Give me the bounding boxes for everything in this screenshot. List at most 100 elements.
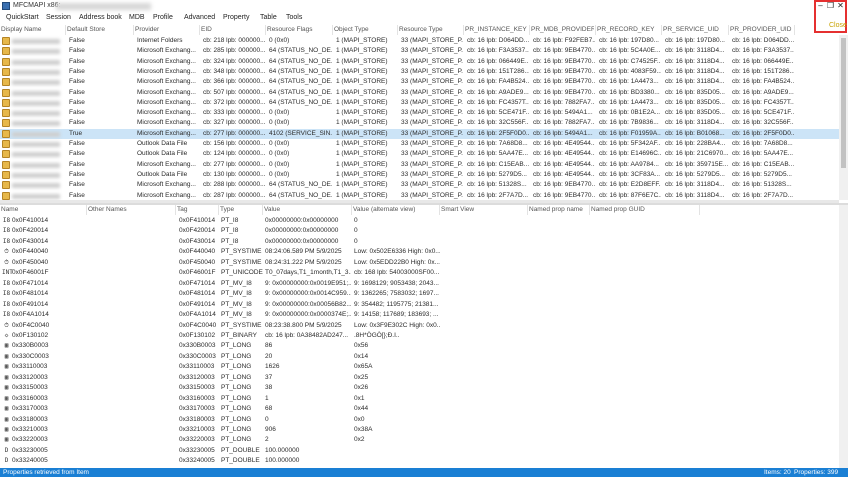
menu-session[interactable]: Session	[46, 14, 71, 21]
store-row[interactable]: False Microsoft Exchang... cb: 327 lpb: 00…	[0, 118, 839, 128]
redacted-display-name	[12, 39, 60, 44]
property-row[interactable]: ▦ 0x33180003 0x33180003 PT_LONG 0 0x0	[0, 415, 839, 425]
store-cell: cb: 16 lpb: 835D05...	[665, 98, 725, 106]
menu-table[interactable]: Table	[260, 14, 277, 21]
menu-tools[interactable]: Tools	[286, 14, 302, 21]
properties-column-header[interactable]: Value	[263, 205, 350, 215]
store-row[interactable]: False Microsoft Exchang... cb: 507 lpb: 00…	[0, 88, 839, 98]
property-tag-cell: 0x0F4A1014	[179, 311, 216, 319]
store-row[interactable]: False Microsoft Exchang... cb: 348 lpb: 00…	[0, 67, 839, 77]
stores-column-header[interactable]: Object Type	[333, 25, 396, 35]
stores-column-header[interactable]: Resource Type	[398, 25, 462, 35]
property-row[interactable]: ▦ 0x33220003 0x33220003 PT_LONG 2 0x2	[0, 435, 839, 445]
store-cell: cb: 333 lpb: 000000...	[203, 109, 265, 117]
store-cell: cb: 16 lpb: 359715E...	[665, 160, 728, 168]
menu-address-book[interactable]: Address book	[79, 14, 122, 21]
property-name-cell: 0x0F4C0040	[12, 321, 50, 329]
properties-vertical-scrollbar[interactable]	[839, 205, 848, 468]
properties-column-header[interactable]: Name	[0, 205, 85, 215]
store-row[interactable]: False Outlook Data File cb: 156 lpb: 00000…	[0, 139, 839, 149]
property-name-cell: 0x33220003	[12, 436, 48, 444]
property-type-cell: PT_LONG	[221, 384, 252, 392]
store-cell: 0 (0x0)	[269, 150, 290, 158]
property-row[interactable]: I8 0x0F430014 0x0F430014 PT_I8 0x00000000:0x…	[0, 237, 839, 247]
property-row[interactable]: ▦ 0x33210003 0x33210003 PT_LONG 906 0x38A	[0, 425, 839, 435]
property-row[interactable]: I8 0x0F471014 0x0F471014 PT_MV_I8 9: 0x00000…	[0, 279, 839, 289]
property-value-cell: 100.000000	[265, 457, 300, 465]
stores-column-header[interactable]: Resource Flags	[266, 25, 331, 35]
property-row[interactable]: ⏱ 0x0F450040 0x0F450040 PT_SYSTIME 08:24:31.…	[0, 258, 839, 268]
property-row[interactable]: ▦ 0x330B0003 0x330B0003 PT_LONG 86 0x56	[0, 341, 839, 351]
store-row[interactable]: True Microsoft Exchang... cb: 277 lpb: 000…	[0, 128, 839, 139]
property-row[interactable]: ◇ 0x0F130102 0x0F130102 PT_BINARY cb: 16 lpb…	[0, 331, 839, 341]
property-type-icon: ▦	[4, 436, 9, 444]
column-separator[interactable]	[699, 205, 700, 215]
store-cell: 1 (MAPI_STORE)	[336, 88, 388, 96]
store-cell: cb: 16 lpb: C15EAB...	[467, 160, 529, 168]
properties-column-header[interactable]: Smart View	[440, 205, 526, 215]
properties-column-header[interactable]: Value (alternate view)	[352, 205, 438, 215]
menu-advanced[interactable]: Advanced	[184, 14, 215, 21]
property-type-icon: ▦	[4, 394, 9, 402]
property-value-cell: 906	[265, 426, 276, 433]
stores-column-header[interactable]: PR_RECORD_KEY	[596, 25, 660, 35]
stores-column-header[interactable]: EID	[200, 25, 264, 35]
store-row[interactable]: False Microsoft Exchang... cb: 333 lpb: 00…	[0, 108, 839, 118]
property-type-icon: I8	[2, 217, 11, 224]
stores-column-header[interactable]: PR_SERVICE_UID	[662, 25, 727, 35]
stores-column-header[interactable]: Default Store	[66, 25, 132, 35]
property-tag-cell: 0x33180003	[179, 415, 215, 423]
store-row[interactable]: False Outlook Data File cb: 130 lpb: 00000…	[0, 170, 839, 180]
property-row[interactable]: ▦ 0x33150003 0x33150003 PT_LONG 38 0x26	[0, 383, 839, 393]
store-cell: cb: 124 lpb: 000000...	[203, 150, 265, 158]
stores-column-header[interactable]: Provider	[134, 25, 198, 35]
property-row[interactable]: ▦ 0x33110003 0x33110003 PT_LONG 1626 0x65A	[0, 362, 839, 372]
property-row[interactable]: I8 0x0F4A1014 0x0F4A1014 PT_MV_I8 9: 0x00000…	[0, 310, 839, 320]
property-row[interactable]: D 0x33230005 0x33230005 PT_DOUBLE 100.000000	[0, 446, 839, 456]
property-row[interactable]: ▦ 0x33170003 0x33170003 PT_LONG 68 0x44	[0, 404, 839, 414]
property-row[interactable]: I8 0x0F491014 0x0F491014 PT_MV_I8 9: 0x00000…	[0, 300, 839, 310]
store-row[interactable]: False Microsoft Exchang... cb: 277 lpb: 00…	[0, 160, 839, 170]
menu-quickstart[interactable]: QuickStart	[6, 14, 39, 21]
menu-mdb[interactable]: MDB	[129, 14, 145, 21]
property-row[interactable]: I8 0x0F420014 0x0F420014 PT_I8 0x00000000:0x…	[0, 226, 839, 236]
store-row[interactable]: False Internet Folders cb: 218 lpb: 000000…	[0, 36, 839, 46]
property-row[interactable]: INT 0x0F46001F 0x0F46001F PT_UNICODE T0_07da…	[0, 268, 839, 278]
property-value-cell: 68	[265, 405, 273, 413]
properties-column-header[interactable]: Other Names	[87, 205, 174, 215]
store-row[interactable]: False Microsoft Exchang... cb: 285 lpb: 00…	[0, 46, 839, 56]
property-row[interactable]: ▦ 0x33120003 0x33120003 PT_LONG 37 0x25	[0, 373, 839, 383]
property-row[interactable]: I8 0x0F481014 0x0F481014 PT_MV_I8 9: 0x00000…	[0, 289, 839, 299]
message-store-icon	[2, 170, 10, 179]
store-row[interactable]: False Microsoft Exchang... cb: 372 lpb: 00…	[0, 98, 839, 108]
store-row[interactable]: False Microsoft Exchang... cb: 324 lpb: 00…	[0, 57, 839, 67]
menu-profile[interactable]: Profile	[153, 14, 173, 21]
property-type-cell: PT_LONG	[221, 342, 252, 350]
store-row[interactable]: False Outlook Data File cb: 124 lpb: 00000…	[0, 149, 839, 159]
store-row[interactable]: False Microsoft Exchang... cb: 366 lpb: 00…	[0, 77, 839, 87]
column-separator[interactable]	[794, 25, 795, 35]
properties-column-header[interactable]: Type	[219, 205, 261, 215]
property-row[interactable]: ▦ 0x33160003 0x33160003 PT_LONG 1 0x1	[0, 394, 839, 404]
stores-column-header[interactable]: PR_INSTANCE_KEY	[464, 25, 528, 35]
property-row[interactable]: ⏱ 0x0F440040 0x0F440040 PT_SYSTIME 08:24:06.…	[0, 247, 839, 257]
property-type-cell: PT_LONG	[221, 352, 252, 360]
stores-column-header[interactable]: PR_MDB_PROVIDER	[530, 25, 594, 35]
stores-scroll-thumb[interactable]	[841, 38, 846, 168]
stores-column-header[interactable]: Display Name	[0, 25, 64, 35]
property-row[interactable]: D 0x33240005 0x33240005 PT_DOUBLE 100.000000	[0, 456, 839, 466]
stores-column-header[interactable]: PR_PROVIDER_UID	[729, 25, 793, 35]
property-row[interactable]: ⏱ 0x0F4C0040 0x0F4C0040 PT_SYSTIME 08:23:38.…	[0, 321, 839, 331]
store-row[interactable]: False Microsoft Exchang... cb: 288 lpb: 00…	[0, 180, 839, 190]
property-row[interactable]: ▦ 0x330C0003 0x330C0003 PT_LONG 20 0x14	[0, 352, 839, 362]
store-cell: Outlook Data File	[137, 140, 188, 147]
properties-column-header[interactable]: Tag	[176, 205, 217, 215]
store-cell: cb: 16 lpb: 5C4A0E...	[599, 47, 661, 55]
store-cell: False	[69, 150, 85, 158]
property-row[interactable]: I8 0x0F410014 0x0F410014 PT_I8 0x00000000:0x…	[0, 216, 839, 226]
store-cell: cb: 16 lpb: B01068...	[665, 129, 725, 137]
store-cell: cb: 16 lpb: F92FEB7...	[533, 37, 595, 44]
menu-property[interactable]: Property	[223, 14, 249, 21]
properties-column-header[interactable]: Named prop GUID	[590, 205, 698, 215]
properties-column-header[interactable]: Named prop name	[528, 205, 588, 215]
